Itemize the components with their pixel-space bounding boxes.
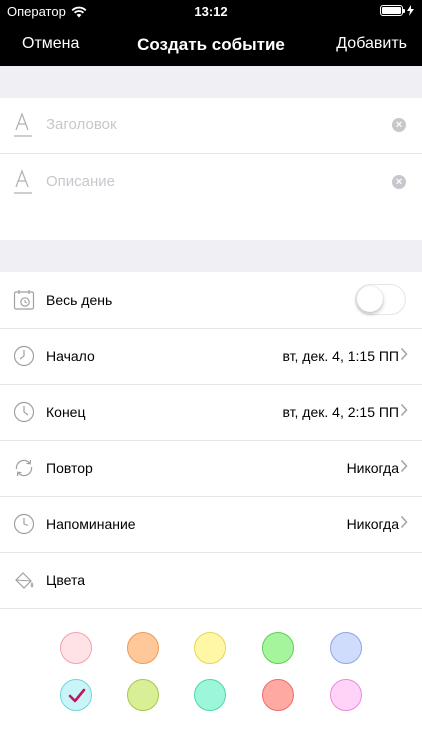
battery-icon <box>380 5 405 16</box>
options-section: Весь день Начало вт, дек. 4, 1:15 ПП Кон… <box>0 272 422 750</box>
text-a-icon <box>14 169 32 194</box>
colors-label: Цвета <box>46 572 85 588</box>
chevron-right-icon <box>400 403 408 417</box>
color-swatch[interactable] <box>262 679 294 711</box>
clear-description-icon[interactable]: × <box>392 175 406 189</box>
repeat-label: Повтор <box>46 460 93 476</box>
add-button[interactable]: Добавить <box>336 35 407 53</box>
color-swatch[interactable] <box>330 679 362 711</box>
start-value: вт, дек. 4, 1:15 ПП <box>282 348 399 364</box>
colors-row: Цвета <box>0 552 422 608</box>
all-day-label: Весь день <box>46 292 113 308</box>
description-input[interactable]: Описание <box>46 173 115 190</box>
color-swatch[interactable] <box>60 679 92 711</box>
chevron-right-icon <box>400 459 408 473</box>
clock-start-icon <box>13 345 35 367</box>
color-swatch[interactable] <box>60 632 92 664</box>
paint-bucket-icon <box>15 572 34 589</box>
end-value: вт, дек. 4, 2:15 ПП <box>282 404 399 420</box>
end-row[interactable]: Конец вт, дек. 4, 2:15 ПП <box>0 384 422 440</box>
color-swatch[interactable] <box>194 632 226 664</box>
repeat-value: Никогда <box>346 460 399 476</box>
title-input[interactable]: Заголовок <box>46 116 117 133</box>
carrier-label: Оператор <box>7 4 66 19</box>
color-swatch[interactable] <box>127 679 159 711</box>
title-field[interactable]: Заголовок × <box>0 98 422 154</box>
charging-bolt-icon <box>407 5 414 16</box>
nav-bar: Отмена Создать событие Добавить <box>0 22 422 66</box>
reminder-label: Напоминание <box>46 516 136 532</box>
reminder-value: Никогда <box>346 516 399 532</box>
reminder-row[interactable]: Напоминание Никогда <box>0 496 422 552</box>
color-swatch[interactable] <box>127 632 159 664</box>
end-label: Конец <box>46 404 86 420</box>
divider <box>0 608 422 609</box>
divider <box>0 153 422 154</box>
color-swatch[interactable] <box>330 632 362 664</box>
all-day-toggle[interactable] <box>355 284 406 315</box>
reminder-clock-icon <box>13 513 35 535</box>
clock-end-icon <box>13 401 35 423</box>
calendar-clock-icon <box>13 290 35 310</box>
cancel-button[interactable]: Отмена <box>22 35 79 53</box>
start-label: Начало <box>46 348 95 364</box>
chevron-right-icon <box>400 347 408 361</box>
text-a-icon <box>14 112 32 137</box>
clear-title-icon[interactable]: × <box>392 118 406 132</box>
repeat-icon <box>15 459 33 477</box>
top-bar: Оператор 13:12 Отмена Создать событие До… <box>0 0 422 66</box>
text-fields-section: Заголовок × Описание × <box>0 98 422 240</box>
description-field[interactable]: Описание × <box>0 155 422 211</box>
color-swatch[interactable] <box>194 679 226 711</box>
wifi-icon <box>71 6 87 17</box>
color-swatch[interactable] <box>262 632 294 664</box>
chevron-right-icon <box>400 515 408 529</box>
all-day-row: Весь день <box>0 272 422 328</box>
start-row[interactable]: Начало вт, дек. 4, 1:15 ПП <box>0 328 422 384</box>
repeat-row[interactable]: Повтор Никогда <box>0 440 422 496</box>
checkmark-icon <box>68 688 86 703</box>
status-bar: Оператор 13:12 <box>0 0 422 22</box>
